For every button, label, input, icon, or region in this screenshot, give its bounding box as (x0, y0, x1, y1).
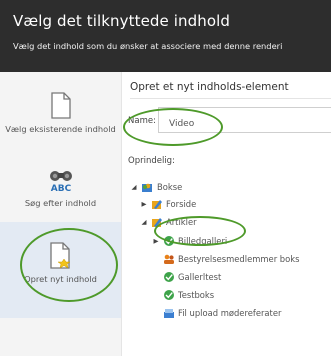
sidebar-item-label: Vælg eksisterende indhold (5, 124, 116, 134)
dialog-header: Vælg det tilknyttede indhold Vælg det in… (0, 0, 331, 72)
green-item-icon (164, 236, 174, 246)
tree-node-testboks[interactable]: Testboks (128, 288, 328, 302)
content-item-icon (152, 200, 162, 209)
document-icon (50, 92, 71, 119)
people-icon (164, 254, 174, 264)
divider (130, 98, 331, 99)
tree-node-label: Bokse (157, 182, 183, 192)
name-input[interactable] (158, 107, 331, 133)
green-item-icon (164, 272, 174, 282)
tree-node-label: Testboks (178, 290, 215, 300)
tree-node-fil-upload[interactable]: Fil upload mødereferater (128, 306, 331, 320)
expand-arrow-icon[interactable]: ◢ (140, 215, 148, 229)
tree-node-bokse[interactable]: ◢ Bokse (128, 180, 328, 194)
svg-text:ABC: ABC (50, 184, 71, 193)
green-item-icon (164, 290, 174, 300)
collapsed-arrow-icon[interactable]: ▶ (152, 234, 160, 248)
tree-node-label: Forside (166, 199, 197, 209)
folder-people-icon (142, 183, 152, 192)
origin-label: Oprindelig: (128, 156, 175, 166)
dialog-subtitle: Vælg det indhold som du ønsker at associ… (13, 41, 283, 51)
sidebar-item-select-existing[interactable]: Vælg eksisterende indhold (0, 92, 121, 135)
sidebar-item-label: Opret nyt indhold (24, 274, 97, 284)
name-label: Name: (128, 116, 156, 126)
tree-node-label: Bestyrelsesmedlemmer boks (178, 254, 300, 264)
expand-arrow-icon[interactable]: ◢ (130, 180, 138, 194)
tree-node-artikler[interactable]: ◢ Artikler (128, 215, 328, 229)
tree-node-billedgalleri[interactable]: ▶ Billedgalleri (128, 234, 328, 248)
sidebar: Vælg eksisterende indhold ABC Søg efter … (0, 72, 122, 356)
tree-node-gallerltest[interactable]: Gallerltest (128, 270, 328, 284)
sidebar-item-search[interactable]: ABC Søg efter indhold (0, 169, 121, 209)
tree-node-label: Artikler (166, 217, 197, 227)
upload-icon (164, 309, 174, 318)
binoculars-abc-icon: ABC (49, 171, 72, 193)
dialog-title: Vælg det tilknyttede indhold (13, 12, 231, 30)
sidebar-item-label: Søg efter indhold (24, 198, 97, 208)
tree-node-label: Billedgalleri (178, 236, 228, 246)
content-item-icon (152, 218, 162, 227)
tree-node-forside[interactable]: ▶ Forside (128, 197, 328, 211)
tree-node-label: Gallerltest (178, 272, 222, 282)
panel-title: Opret et nyt indholds-element (130, 81, 289, 93)
collapsed-arrow-icon[interactable]: ▶ (140, 197, 148, 211)
main-panel: Opret et nyt indholds-element Name: Opri… (122, 72, 331, 356)
tree-node-bestyrelsesmedlemmer[interactable]: Bestyrelsesmedlemmer boks (128, 252, 331, 266)
tree-node-label: Fil upload mødereferater (178, 308, 282, 318)
sidebar-item-create-new[interactable]: Opret nyt indhold (0, 222, 121, 318)
new-document-icon (49, 242, 71, 269)
